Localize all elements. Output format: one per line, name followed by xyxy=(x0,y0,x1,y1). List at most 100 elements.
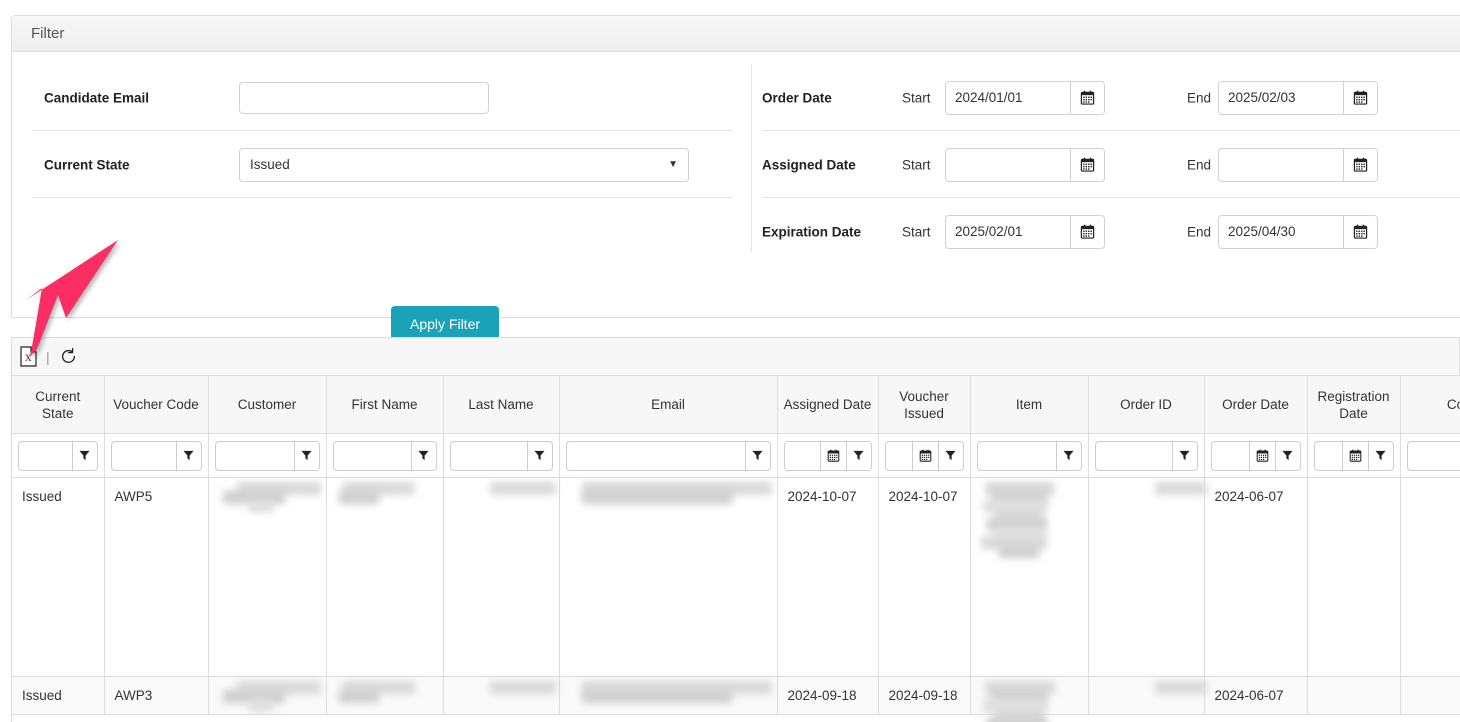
order-date-start-group[interactable] xyxy=(945,80,1105,115)
funnel-icon[interactable] xyxy=(526,440,553,471)
column-filter-voucher_issued xyxy=(878,433,971,478)
assigned-date-end-input[interactable] xyxy=(1219,148,1343,181)
funnel-icon[interactable] xyxy=(744,440,771,471)
filter-input-current_state[interactable] xyxy=(18,440,72,471)
filter-input-assigned_date[interactable] xyxy=(783,440,820,471)
calendar-icon[interactable] xyxy=(1341,440,1368,471)
funnel-icon[interactable] xyxy=(410,440,437,471)
filter-input-order_id[interactable] xyxy=(1094,440,1172,471)
calendar-icon[interactable] xyxy=(1343,81,1377,114)
calendar-icon[interactable] xyxy=(1070,148,1104,181)
voucher-grid[interactable]: Current State Voucher Code Customer First N… xyxy=(11,375,1460,722)
filter-input-order_date[interactable] xyxy=(1210,440,1249,471)
funnel-icon[interactable] xyxy=(937,440,964,471)
column-header-voucher_issued[interactable]: Voucher Issued xyxy=(878,375,971,434)
table-row[interactable]: Issued AWP3 2024-09-18 2024-09-18 2024-06-07 xyxy=(12,676,1460,722)
filter-row-assigned-date: Assigned Date Start End xyxy=(762,131,1460,198)
filter-row-expiration-date: Expiration Date Start 2025/02/01 End 202… xyxy=(762,198,1460,265)
refresh-icon[interactable] xyxy=(59,347,78,366)
cell-assigned_date: 2024-09-18 xyxy=(777,676,879,715)
divider xyxy=(32,197,732,198)
filter-input-item[interactable] xyxy=(976,440,1056,471)
calendar-icon[interactable] xyxy=(1070,81,1104,114)
assigned-date-end-group[interactable] xyxy=(1218,147,1378,182)
current-state-select[interactable]: Issued ▼ xyxy=(239,147,689,182)
column-header-first_name[interactable]: First Name xyxy=(326,375,444,434)
funnel-icon[interactable] xyxy=(1367,440,1394,471)
cell-current_state: Issued xyxy=(12,477,105,677)
column-filter-order_date xyxy=(1204,433,1308,478)
calendar-icon[interactable] xyxy=(819,440,846,471)
cell-voucher_issued: 2024-09-18 xyxy=(878,676,971,715)
cell-customer xyxy=(208,477,327,677)
funnel-icon[interactable] xyxy=(175,440,202,471)
assigned-date-end-label: End xyxy=(1187,157,1212,172)
column-header-customer[interactable]: Customer xyxy=(208,375,327,434)
funnel-icon[interactable] xyxy=(1274,440,1301,471)
column-filter-confirmation_date xyxy=(1400,433,1460,478)
page-root: Filter Candidate Email Current State Iss… xyxy=(0,0,1460,722)
cell-voucher_code: AWP5 xyxy=(104,477,209,677)
column-filter-voucher_code xyxy=(104,433,209,478)
column-header-email[interactable]: Email xyxy=(559,375,778,434)
order-date-start-label: Start xyxy=(902,90,931,105)
cell-voucher_code: AWP3 xyxy=(104,676,209,715)
expiration-date-start-group[interactable] xyxy=(945,214,1105,249)
expiration-date-end-input[interactable] xyxy=(1219,215,1343,248)
calendar-icon[interactable] xyxy=(1070,215,1104,248)
column-filter-order_id xyxy=(1088,433,1205,478)
column-header-last_name[interactable]: Last Name xyxy=(443,375,560,434)
column-header-order_id[interactable]: Order ID xyxy=(1088,375,1205,434)
order-date-end-input[interactable] xyxy=(1219,81,1343,114)
filter-input-confirmation_date[interactable] xyxy=(1406,440,1460,471)
cell-last_name xyxy=(443,477,560,677)
assigned-date-start-label: Start xyxy=(902,157,931,172)
excel-export-icon[interactable]: X xyxy=(20,346,37,367)
column-header-item[interactable]: Item xyxy=(970,375,1089,434)
calendar-icon[interactable] xyxy=(1343,215,1377,248)
cell-order_date: 2024-06-07 xyxy=(1204,477,1308,677)
funnel-icon[interactable] xyxy=(1055,440,1082,471)
filter-panel: Filter Candidate Email Current State Iss… xyxy=(11,15,1460,342)
order-date-start-input[interactable] xyxy=(946,81,1070,114)
column-header-confirmation_date[interactable]: Con D xyxy=(1400,375,1460,434)
filter-input-registration_date[interactable] xyxy=(1313,440,1342,471)
order-date-label: Order Date xyxy=(762,90,832,105)
funnel-icon[interactable] xyxy=(293,440,320,471)
filter-input-first_name[interactable] xyxy=(332,440,411,471)
table-row[interactable]: Issued AWP5 2024-10-07 2024-10-07 2024-06-07 xyxy=(12,477,1460,677)
expiration-date-end-group[interactable] xyxy=(1218,214,1378,249)
column-header-order_date[interactable]: Order Date xyxy=(1204,375,1308,434)
assigned-date-label: Assigned Date xyxy=(762,157,856,172)
cell-registration_date xyxy=(1307,676,1401,715)
filter-input-email[interactable] xyxy=(565,440,745,471)
calendar-icon[interactable] xyxy=(1343,148,1377,181)
filter-input-last_name[interactable] xyxy=(449,440,527,471)
grid-header-row: Current State Voucher Code Customer First N… xyxy=(12,375,1460,434)
filter-input-voucher_code[interactable] xyxy=(110,440,176,471)
filter-input-voucher_issued[interactable] xyxy=(884,440,912,471)
column-header-registration_date[interactable]: Registration Date xyxy=(1307,375,1401,434)
cell-order_id xyxy=(1088,477,1207,677)
assigned-date-start-input[interactable] xyxy=(946,148,1070,181)
calendar-icon[interactable] xyxy=(1248,440,1275,471)
grid-toolbar: X | xyxy=(11,337,1460,375)
cell-confirmation_date xyxy=(1400,676,1460,715)
calendar-icon[interactable] xyxy=(911,440,938,471)
funnel-icon[interactable] xyxy=(71,440,98,471)
column-filter-first_name xyxy=(326,433,444,478)
expiration-date-end-label: End xyxy=(1187,224,1212,239)
column-header-assigned_date[interactable]: Assigned Date xyxy=(777,375,879,434)
order-date-end-group[interactable] xyxy=(1218,80,1378,115)
filter-panel-header: Filter xyxy=(12,16,1460,52)
column-header-voucher_code[interactable]: Voucher Code xyxy=(104,375,209,434)
filter-input-customer[interactable] xyxy=(214,440,294,471)
candidate-email-input[interactable] xyxy=(239,81,489,114)
cell-email xyxy=(559,676,778,715)
cell-item xyxy=(970,477,1089,677)
funnel-icon[interactable] xyxy=(845,440,872,471)
expiration-date-start-input[interactable] xyxy=(946,215,1070,248)
funnel-icon[interactable] xyxy=(1171,440,1198,471)
assigned-date-start-group[interactable] xyxy=(945,147,1105,182)
column-header-current_state[interactable]: Current State xyxy=(12,375,105,434)
